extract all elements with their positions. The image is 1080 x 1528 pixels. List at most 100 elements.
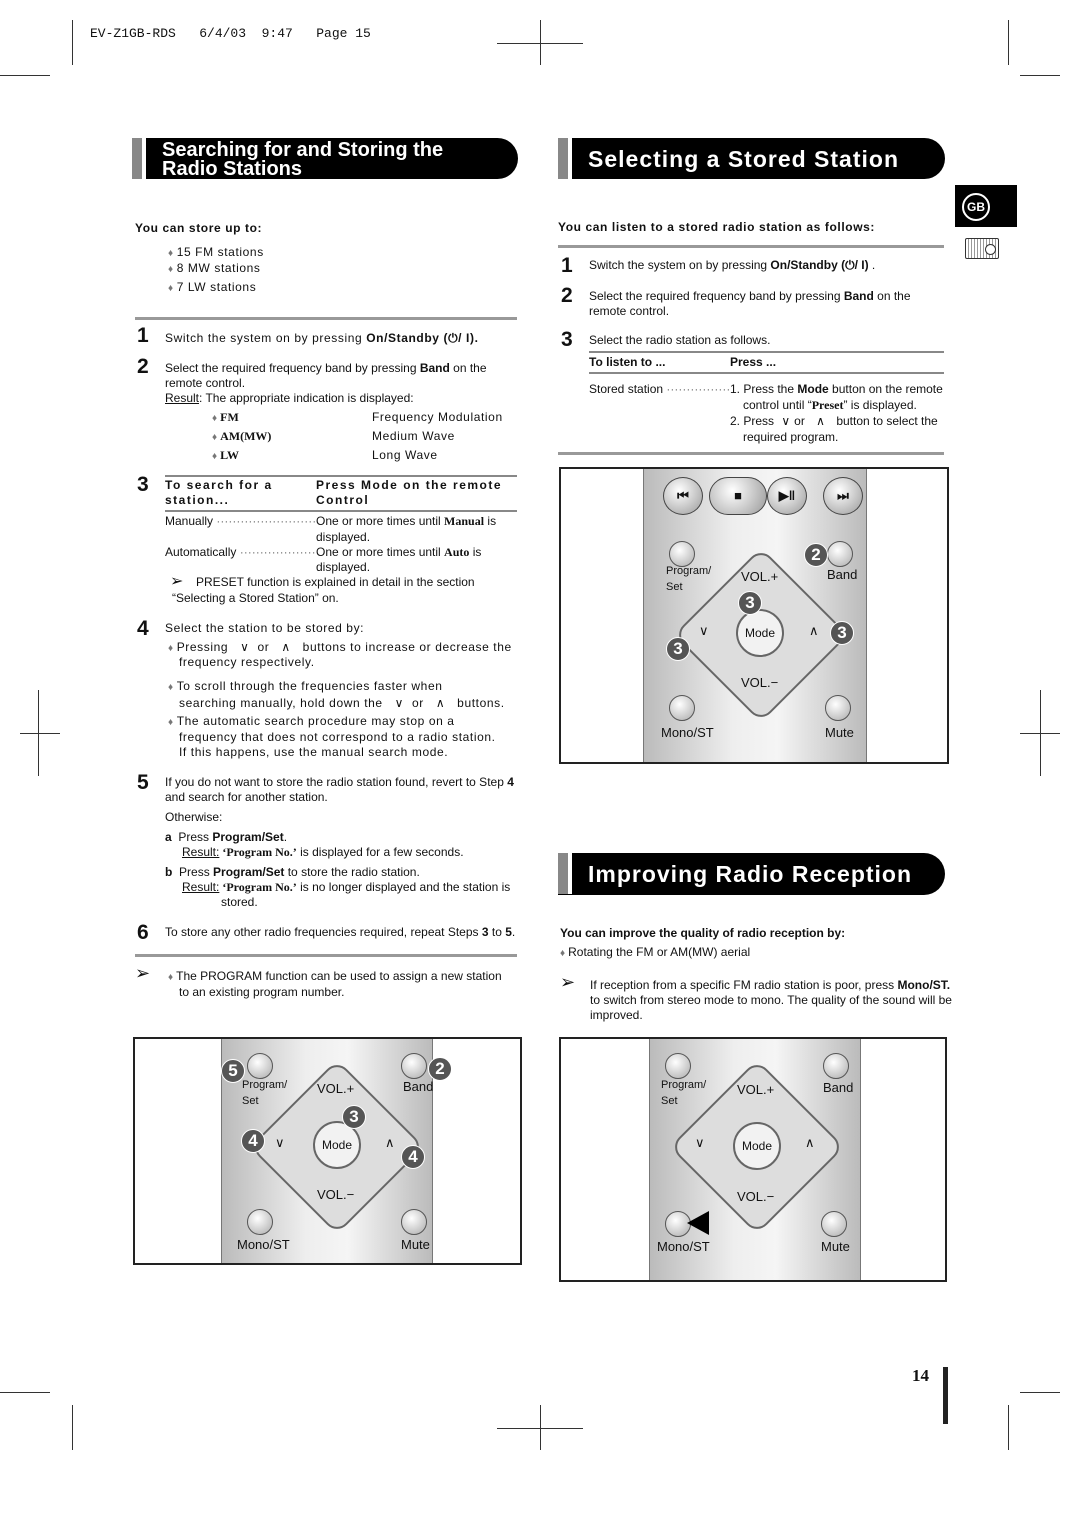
improve-heading: You can improve the quality of radio rec… bbox=[560, 926, 846, 940]
step-number: 2 bbox=[137, 355, 149, 378]
power-standby-icon: ⏻/ I). bbox=[448, 331, 479, 345]
caret-up-icon: ∧ bbox=[816, 414, 825, 428]
v-down-icon: ∨ bbox=[394, 696, 405, 710]
step-callout: 4 bbox=[241, 1129, 265, 1153]
note-text: improved. bbox=[590, 1008, 643, 1022]
substep-a: a Press Program/Set. bbox=[165, 830, 288, 844]
step5-text: Otherwise: bbox=[165, 810, 223, 824]
mute-button bbox=[825, 695, 851, 721]
vol-down-label: VOL.− bbox=[741, 675, 779, 690]
step-callout: 5 bbox=[221, 1059, 245, 1083]
store-heading: You can store up to: bbox=[135, 221, 263, 235]
step2-result: Result: The appropriate indication is di… bbox=[165, 391, 414, 405]
print-header: EV-Z1GB-RDS 6/4/03 9:47 Page 15 bbox=[90, 26, 371, 41]
diamond-bullet-icon: ♦ bbox=[168, 283, 174, 294]
diamond-bullet-icon: ♦ bbox=[168, 264, 174, 275]
step2-text: remote control. bbox=[589, 304, 670, 318]
step1-text: Switch the system on by pressing On/Stan… bbox=[165, 331, 479, 345]
set-label: Set bbox=[242, 1095, 259, 1107]
bullet: ♦ Rotating the FM or AM(MW) aerial bbox=[560, 945, 751, 959]
section-header-selecting: Selecting a Stored Station bbox=[558, 138, 945, 179]
band-label: Band bbox=[403, 1079, 434, 1094]
v-down-icon: ∨ bbox=[275, 1135, 285, 1150]
step-callout: 2 bbox=[804, 543, 828, 567]
table-rule bbox=[589, 372, 944, 374]
program-set-button bbox=[669, 541, 695, 567]
band-code: ♦ AM(MW) bbox=[212, 429, 272, 443]
table-cell: control until “Preset” is displayed. bbox=[743, 398, 917, 412]
step5-text: If you do not want to store the radio st… bbox=[165, 775, 514, 789]
crop-mark bbox=[1008, 20, 1009, 65]
step-number: 5 bbox=[137, 771, 149, 794]
gb-badge: GB bbox=[962, 193, 990, 221]
step-callout: 4 bbox=[401, 1145, 425, 1169]
bullet-text: searching manually, hold down the ∨ or ∧ … bbox=[179, 696, 505, 710]
crop-mark bbox=[1020, 75, 1060, 76]
step2-text: remote control. bbox=[165, 376, 246, 390]
step-callout: 3 bbox=[666, 637, 690, 661]
table-cell: One or more times until Auto is bbox=[316, 545, 482, 560]
crop-mark bbox=[72, 20, 73, 65]
bullet-text: frequency respectively. bbox=[179, 655, 315, 669]
band-name: Long Wave bbox=[372, 448, 438, 462]
band-code: ♦ FM bbox=[212, 410, 239, 424]
mute-label: Mute bbox=[821, 1239, 850, 1254]
table-header: To search for a bbox=[165, 478, 273, 492]
bullet-text: frequency that does not correspond to a … bbox=[179, 730, 496, 744]
step-number: 4 bbox=[137, 617, 149, 640]
program-set-button bbox=[665, 1053, 691, 1079]
step-number: 6 bbox=[137, 921, 149, 944]
table-rule bbox=[589, 351, 944, 353]
table-cell: Stored station ·················· bbox=[589, 382, 739, 396]
next-button: ⏭ bbox=[823, 477, 863, 515]
note-text: to an existing program number. bbox=[179, 985, 345, 999]
step2-text: Select the required frequency band by pr… bbox=[165, 361, 487, 375]
section-header-searching: Searching for and Storing the Radio Stat… bbox=[132, 138, 518, 179]
store-item: ♦ 15 FM stations bbox=[168, 245, 264, 259]
mute-label: Mute bbox=[825, 725, 854, 740]
stop-button: ■ bbox=[709, 477, 767, 515]
section-title-line1: Searching for and Storing the bbox=[162, 139, 444, 161]
store-item: ♦ 7 LW stations bbox=[168, 280, 257, 294]
divider bbox=[558, 452, 944, 455]
step3-text: Select the radio station as follows. bbox=[589, 333, 771, 347]
pointer-arrow-icon bbox=[687, 1211, 709, 1235]
caret-up-icon: ∧ bbox=[435, 696, 446, 710]
note-text: ♦ The PROGRAM function can be used to ass… bbox=[168, 969, 502, 983]
band-button bbox=[827, 541, 853, 567]
mute-label: Mute bbox=[401, 1237, 430, 1252]
crop-mark bbox=[72, 1405, 73, 1450]
table-header: To listen to ... bbox=[589, 355, 666, 369]
divider bbox=[135, 317, 517, 320]
listen-heading: You can listen to a stored radio station… bbox=[558, 220, 876, 234]
vol-down-label: VOL.− bbox=[317, 1187, 355, 1202]
caret-up-icon: ∧ bbox=[809, 623, 819, 638]
divider bbox=[558, 245, 944, 248]
mono-st-button bbox=[669, 695, 695, 721]
step5-text: and search for another station. bbox=[165, 790, 328, 804]
crop-mark bbox=[0, 75, 50, 76]
note-text: If reception from a specific FM radio st… bbox=[590, 978, 951, 992]
table-cell: Automatically ··················· bbox=[165, 545, 316, 559]
table-cell: displayed. bbox=[316, 530, 371, 544]
v-down-icon: ∨ bbox=[240, 640, 250, 654]
substep-b-result: stored. bbox=[221, 895, 258, 909]
diamond-bullet-icon: ♦ bbox=[168, 248, 174, 259]
vol-up-label: VOL.+ bbox=[737, 1082, 775, 1097]
table-header: Press Mode on the remote bbox=[316, 478, 503, 492]
bullet-text: If this happens, use the manual search m… bbox=[179, 745, 449, 759]
program-label: Program/ bbox=[242, 1079, 288, 1091]
section-title: Selecting a Stored Station bbox=[588, 146, 899, 172]
crop-mark bbox=[1020, 1392, 1060, 1393]
band-button bbox=[401, 1053, 427, 1079]
store-item: ♦ 8 MW stations bbox=[168, 261, 261, 275]
radio-icon bbox=[965, 238, 999, 259]
band-button bbox=[823, 1053, 849, 1079]
table-cell: displayed. bbox=[316, 560, 371, 574]
note-text: to switch from stereo mode to mono. The … bbox=[590, 993, 952, 1007]
registration-mark bbox=[38, 690, 39, 776]
play-pause-button: ▶‖ bbox=[767, 477, 807, 515]
step-callout: 3 bbox=[738, 591, 762, 615]
program-label: Program/ bbox=[666, 565, 712, 577]
band-label: Band bbox=[827, 567, 858, 582]
